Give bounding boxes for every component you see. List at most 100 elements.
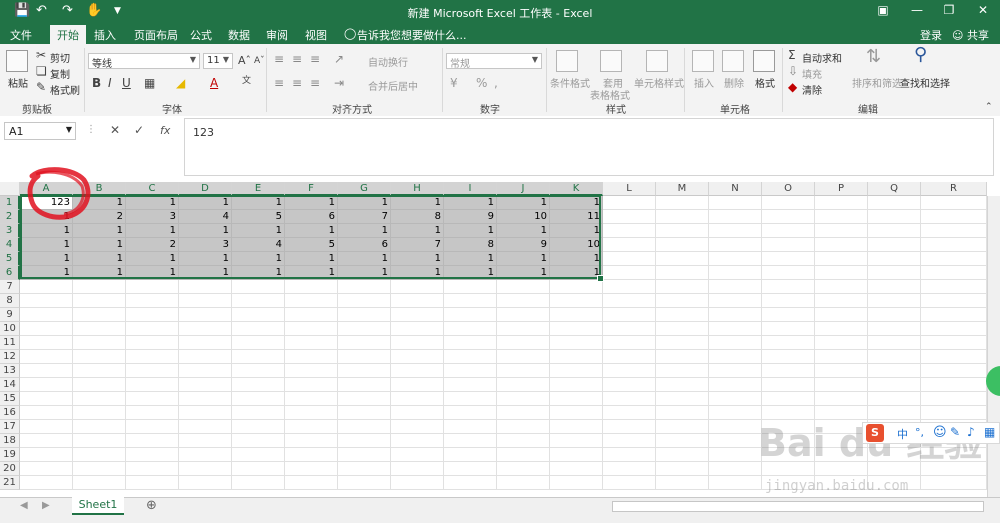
- ribbon-display-icon[interactable]: ▣: [870, 3, 896, 17]
- row-header[interactable]: 1: [0, 196, 20, 210]
- empty-cell[interactable]: [391, 392, 444, 406]
- empty-cell[interactable]: [921, 294, 987, 308]
- empty-cell[interactable]: [444, 322, 497, 336]
- empty-cell[interactable]: [550, 336, 603, 350]
- empty-cell[interactable]: [921, 196, 987, 210]
- table-cell[interactable]: 5: [285, 238, 338, 252]
- empty-cell[interactable]: [179, 294, 232, 308]
- table-cell[interactable]: 1: [285, 196, 338, 210]
- empty-cell[interactable]: [603, 308, 656, 322]
- tab-page-layout[interactable]: 页面布局: [134, 27, 178, 43]
- table-cell[interactable]: 1: [497, 266, 550, 280]
- comma-button[interactable]: ,: [494, 76, 498, 90]
- bold-button[interactable]: B: [92, 76, 101, 90]
- empty-cell[interactable]: [762, 392, 815, 406]
- autosum-icon[interactable]: Σ: [788, 48, 796, 62]
- empty-cell[interactable]: [285, 350, 338, 364]
- empty-cell[interactable]: [603, 448, 656, 462]
- empty-cell[interactable]: [550, 378, 603, 392]
- table-cell[interactable]: 1: [444, 266, 497, 280]
- cell-styles-button[interactable]: 单元格样式: [634, 75, 684, 90]
- table-cell[interactable]: 4: [232, 238, 285, 252]
- cell-styles-icon[interactable]: [646, 50, 668, 72]
- empty-cell[interactable]: [603, 406, 656, 420]
- empty-cell[interactable]: [656, 266, 709, 280]
- horizontal-scrollbar[interactable]: [612, 501, 984, 512]
- table-cell[interactable]: 1: [179, 196, 232, 210]
- font-color-button[interactable]: A: [210, 76, 218, 90]
- empty-cell[interactable]: [444, 420, 497, 434]
- empty-cell[interactable]: [603, 476, 656, 490]
- table-cell[interactable]: 1: [285, 252, 338, 266]
- minimize-icon[interactable]: —: [904, 3, 930, 17]
- find-select-button[interactable]: 查找和选择: [900, 75, 950, 90]
- empty-cell[interactable]: [232, 336, 285, 350]
- empty-cell[interactable]: [179, 308, 232, 322]
- table-cell[interactable]: 1: [232, 196, 285, 210]
- empty-cell[interactable]: [497, 420, 550, 434]
- empty-cell[interactable]: [126, 434, 179, 448]
- table-cell[interactable]: 2: [126, 238, 179, 252]
- table-cell[interactable]: 1: [550, 252, 603, 266]
- table-cell[interactable]: 1: [179, 224, 232, 238]
- empty-cell[interactable]: [709, 378, 762, 392]
- empty-cell[interactable]: [126, 364, 179, 378]
- empty-cell[interactable]: [20, 476, 73, 490]
- empty-cell[interactable]: [73, 392, 126, 406]
- empty-cell[interactable]: [126, 280, 179, 294]
- paste-icon[interactable]: [6, 50, 28, 72]
- empty-cell[interactable]: [868, 350, 921, 364]
- empty-cell[interactable]: [126, 336, 179, 350]
- clear-icon[interactable]: ◆: [788, 80, 797, 94]
- empty-cell[interactable]: [921, 350, 987, 364]
- empty-cell[interactable]: [921, 476, 987, 490]
- table-cell[interactable]: 1: [126, 266, 179, 280]
- empty-cell[interactable]: [444, 308, 497, 322]
- empty-cell[interactable]: [126, 406, 179, 420]
- empty-cell[interactable]: [603, 294, 656, 308]
- merge-center-button[interactable]: 合并后居中: [368, 78, 418, 93]
- sogou-logo-icon[interactable]: S: [866, 424, 884, 442]
- empty-cell[interactable]: [656, 378, 709, 392]
- empty-cell[interactable]: [656, 434, 709, 448]
- empty-cell[interactable]: [20, 364, 73, 378]
- empty-cell[interactable]: [285, 378, 338, 392]
- table-cell[interactable]: 1: [550, 266, 603, 280]
- empty-cell[interactable]: [285, 462, 338, 476]
- table-cell[interactable]: 1: [391, 266, 444, 280]
- empty-cell[interactable]: [550, 322, 603, 336]
- table-cell[interactable]: 1: [285, 224, 338, 238]
- column-header[interactable]: Q: [868, 182, 921, 196]
- empty-cell[interactable]: [20, 392, 73, 406]
- empty-cell[interactable]: [391, 448, 444, 462]
- empty-cell[interactable]: [338, 294, 391, 308]
- empty-cell[interactable]: [656, 350, 709, 364]
- cut-icon[interactable]: ✂: [36, 48, 46, 62]
- empty-cell[interactable]: [179, 322, 232, 336]
- empty-cell[interactable]: [868, 378, 921, 392]
- table-cell[interactable]: 1: [73, 238, 126, 252]
- copy-icon[interactable]: ❏: [36, 64, 47, 78]
- empty-cell[interactable]: [126, 322, 179, 336]
- empty-cell[interactable]: [815, 322, 868, 336]
- empty-cell[interactable]: [391, 322, 444, 336]
- empty-cell[interactable]: [126, 308, 179, 322]
- empty-cell[interactable]: [179, 434, 232, 448]
- column-header[interactable]: D: [179, 182, 232, 196]
- empty-cell[interactable]: [762, 266, 815, 280]
- empty-cell[interactable]: [815, 294, 868, 308]
- close-icon[interactable]: ✕: [970, 3, 996, 17]
- empty-cell[interactable]: [921, 266, 987, 280]
- empty-cell[interactable]: [709, 364, 762, 378]
- table-cell[interactable]: 1: [232, 266, 285, 280]
- conditional-format-button[interactable]: 条件格式: [550, 75, 590, 90]
- fill-color-icon[interactable]: ◢: [176, 76, 185, 90]
- empty-cell[interactable]: [815, 210, 868, 224]
- empty-cell[interactable]: [179, 280, 232, 294]
- empty-cell[interactable]: [603, 196, 656, 210]
- empty-cell[interactable]: [338, 392, 391, 406]
- empty-cell[interactable]: [444, 462, 497, 476]
- add-sheet-icon[interactable]: ⊕: [146, 498, 157, 513]
- border-icon[interactable]: ▦: [144, 76, 155, 90]
- empty-cell[interactable]: [603, 378, 656, 392]
